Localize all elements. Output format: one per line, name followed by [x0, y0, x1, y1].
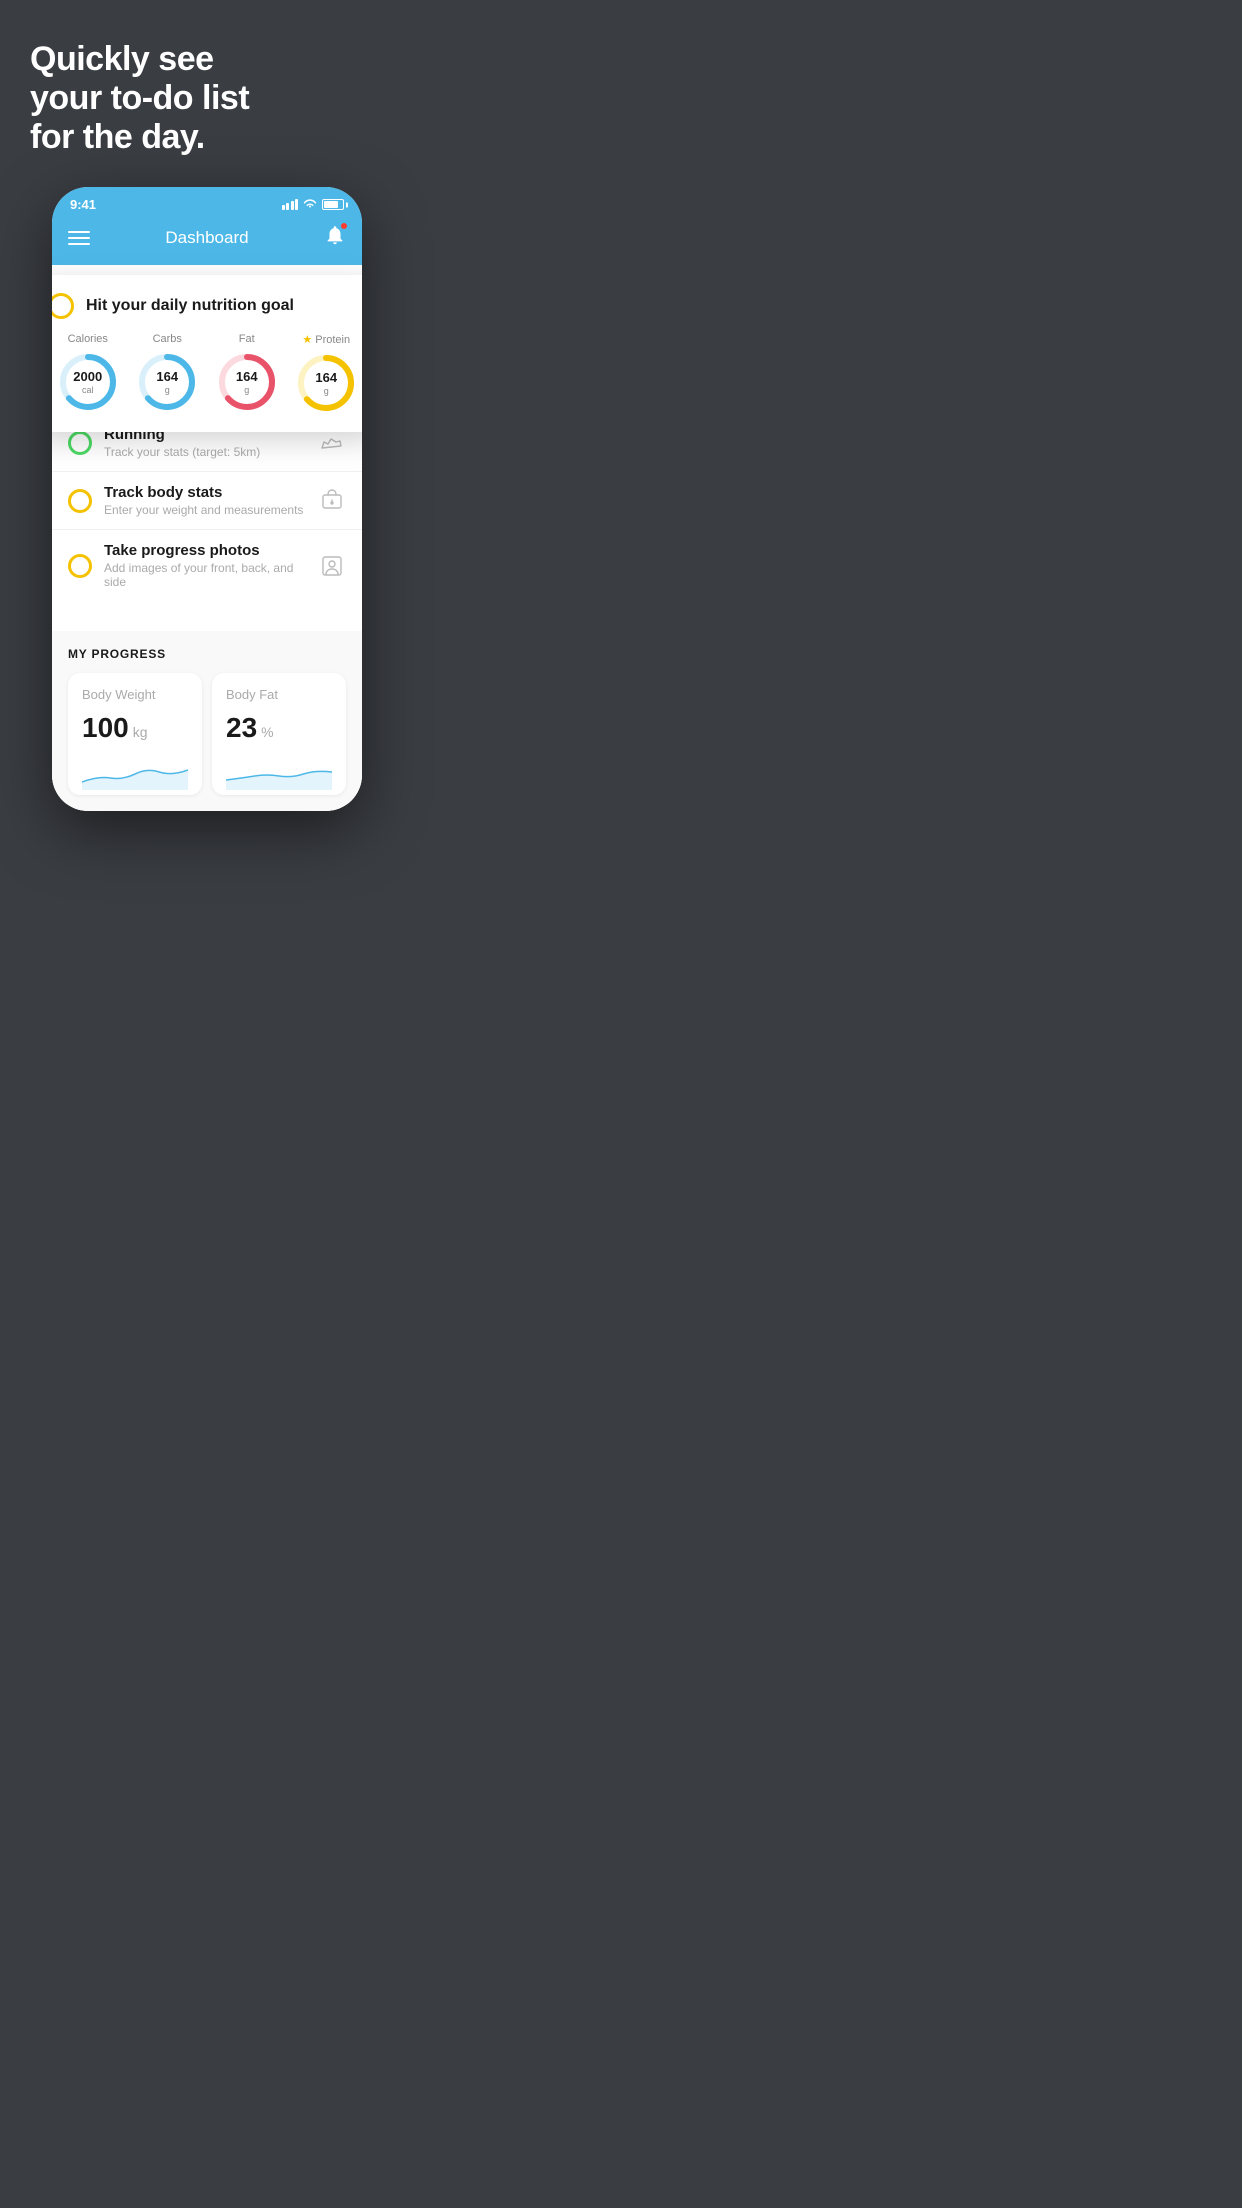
body-fat-unit: %	[261, 724, 273, 740]
signal-icon	[282, 199, 299, 210]
body-weight-card-title: Body Weight	[82, 687, 188, 702]
todo-item-body-stats[interactable]: Track body stats Enter your weight and m…	[52, 471, 362, 529]
phone-screen: 9:41	[52, 187, 362, 811]
calories-chart: 2000 cal	[57, 351, 119, 413]
nutrition-check-circle	[52, 293, 74, 319]
todo-item-progress-photos[interactable]: Take progress photos Add images of your …	[52, 529, 362, 601]
protein-chart: 164 g	[295, 352, 357, 414]
protein-label: ★ Protein	[302, 333, 350, 346]
notification-button[interactable]	[324, 224, 346, 251]
app-body: THINGS TO DO TODAY Hit your daily nutrit…	[52, 265, 362, 811]
body-fat-chart	[226, 754, 332, 790]
body-weight-card: Body Weight 100 kg	[68, 673, 202, 795]
carbs-chart: 164 g	[136, 351, 198, 413]
notification-badge	[340, 222, 348, 230]
todo-circle-body-stats	[68, 489, 92, 513]
carbs-label: Carbs	[153, 333, 182, 345]
body-weight-unit: kg	[133, 724, 148, 740]
todo-circle-progress-photos	[68, 554, 92, 578]
todo-list: Running Track your stats (target: 5km)	[52, 413, 362, 601]
status-icons	[282, 198, 345, 212]
header-title: Dashboard	[165, 228, 248, 248]
progress-section: MY PROGRESS Body Weight 100 kg	[52, 631, 362, 811]
shoe-icon	[318, 429, 346, 457]
scale-icon	[318, 487, 346, 515]
todo-title-body-stats: Track body stats	[104, 484, 306, 501]
todo-subtitle-progress-photos: Add images of your front, back, and side	[104, 561, 306, 589]
card-header: Hit your daily nutrition goal	[52, 293, 362, 319]
todo-title-progress-photos: Take progress photos	[104, 542, 306, 559]
app-header: Dashboard	[52, 216, 362, 265]
status-bar: 9:41	[52, 187, 362, 216]
body-fat-value: 23 %	[226, 712, 332, 744]
battery-icon	[322, 199, 344, 210]
fat-label: Fat	[239, 333, 255, 345]
body-weight-chart	[82, 754, 188, 790]
nutrition-fat: Fat 164 g	[216, 333, 278, 413]
calories-label: Calories	[68, 333, 108, 345]
todo-content-progress-photos: Take progress photos Add images of your …	[104, 542, 306, 589]
nutrition-carbs: Carbs 164 g	[136, 333, 198, 413]
body-fat-number: 23	[226, 712, 257, 744]
person-icon	[318, 552, 346, 580]
nutrition-card[interactable]: Hit your daily nutrition goal Calories	[52, 275, 362, 432]
hero-title: Quickly see your to-do list for the day.	[30, 40, 384, 157]
nutrition-calories: Calories 2000 cal	[57, 333, 119, 413]
menu-button[interactable]	[68, 231, 90, 245]
todo-subtitle-body-stats: Enter your weight and measurements	[104, 503, 306, 517]
body-fat-card-title: Body Fat	[226, 687, 332, 702]
progress-section-title: MY PROGRESS	[68, 647, 346, 661]
page-wrapper: Quickly see your to-do list for the day.…	[0, 0, 414, 841]
wifi-icon	[303, 198, 317, 212]
body-fat-card: Body Fat 23 %	[212, 673, 346, 795]
nutrition-metrics-row: Calories 2000 cal	[52, 333, 362, 414]
star-icon: ★	[302, 333, 312, 346]
progress-cards-row: Body Weight 100 kg B	[68, 673, 346, 795]
body-weight-number: 100	[82, 712, 129, 744]
fat-chart: 164 g	[216, 351, 278, 413]
nutrition-protein: ★ Protein 164 g	[295, 333, 357, 414]
phone-mockup: 9:41	[52, 187, 362, 811]
status-time: 9:41	[70, 197, 96, 212]
todo-subtitle-running: Track your stats (target: 5km)	[104, 445, 306, 459]
todo-circle-running	[68, 431, 92, 455]
todo-content-body-stats: Track body stats Enter your weight and m…	[104, 484, 306, 517]
nutrition-card-title: Hit your daily nutrition goal	[86, 297, 294, 315]
hero-section: Quickly see your to-do list for the day.	[0, 0, 414, 177]
body-weight-value: 100 kg	[82, 712, 188, 744]
